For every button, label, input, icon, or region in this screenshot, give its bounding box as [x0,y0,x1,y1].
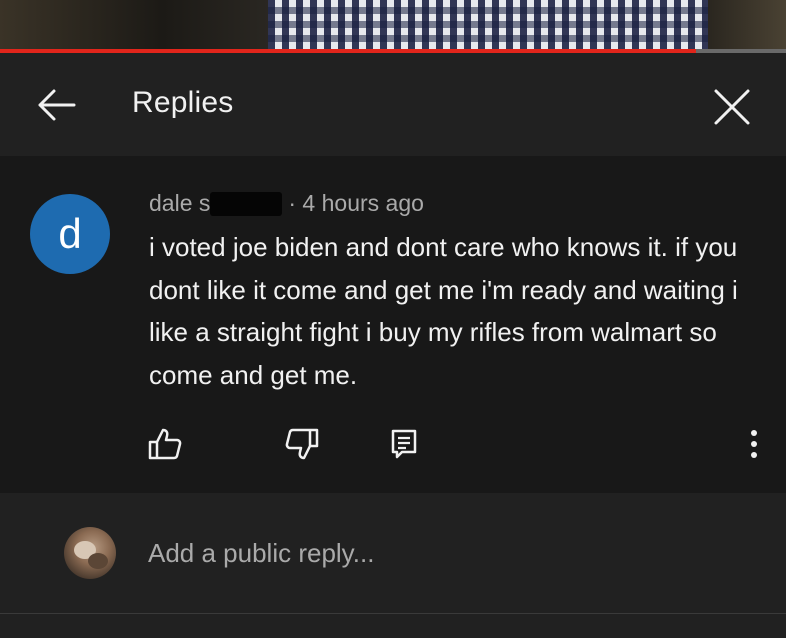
video-frame-center [268,0,708,50]
comment-thread: d dale s · 4 hours ago i voted joe biden… [0,156,786,493]
thumbs-up-icon [148,428,182,460]
back-button[interactable] [30,83,82,127]
reply-bar [0,493,786,613]
video-frame-right [708,0,786,50]
close-icon [714,89,750,125]
dislike-button[interactable] [280,422,324,466]
comment-meta: dale s · 4 hours ago [149,190,424,217]
user-avatar[interactable] [64,527,116,579]
comment-text: i voted joe biden and dont care who know… [149,232,738,390]
more-options-button[interactable] [732,422,776,466]
bottom-bar [0,614,786,638]
avatar[interactable]: d [30,194,110,274]
comment-timestamp: · 4 hours ago [288,190,424,216]
redaction-bar [210,191,283,216]
like-button[interactable] [143,422,187,466]
replies-header: Replies [0,53,786,156]
thumbs-down-icon [285,428,319,460]
reply-button[interactable] [382,422,426,466]
more-vertical-icon [751,430,757,458]
arrow-left-icon [38,89,76,121]
comment-author[interactable]: dale s [149,190,210,217]
video-player[interactable] [0,0,786,50]
avatar-photo-shadow [88,553,108,569]
reply-input[interactable] [148,533,748,573]
page-title: Replies [132,86,234,119]
video-frame-left [0,0,270,50]
close-button[interactable] [706,81,758,133]
comment-icon [391,429,417,459]
